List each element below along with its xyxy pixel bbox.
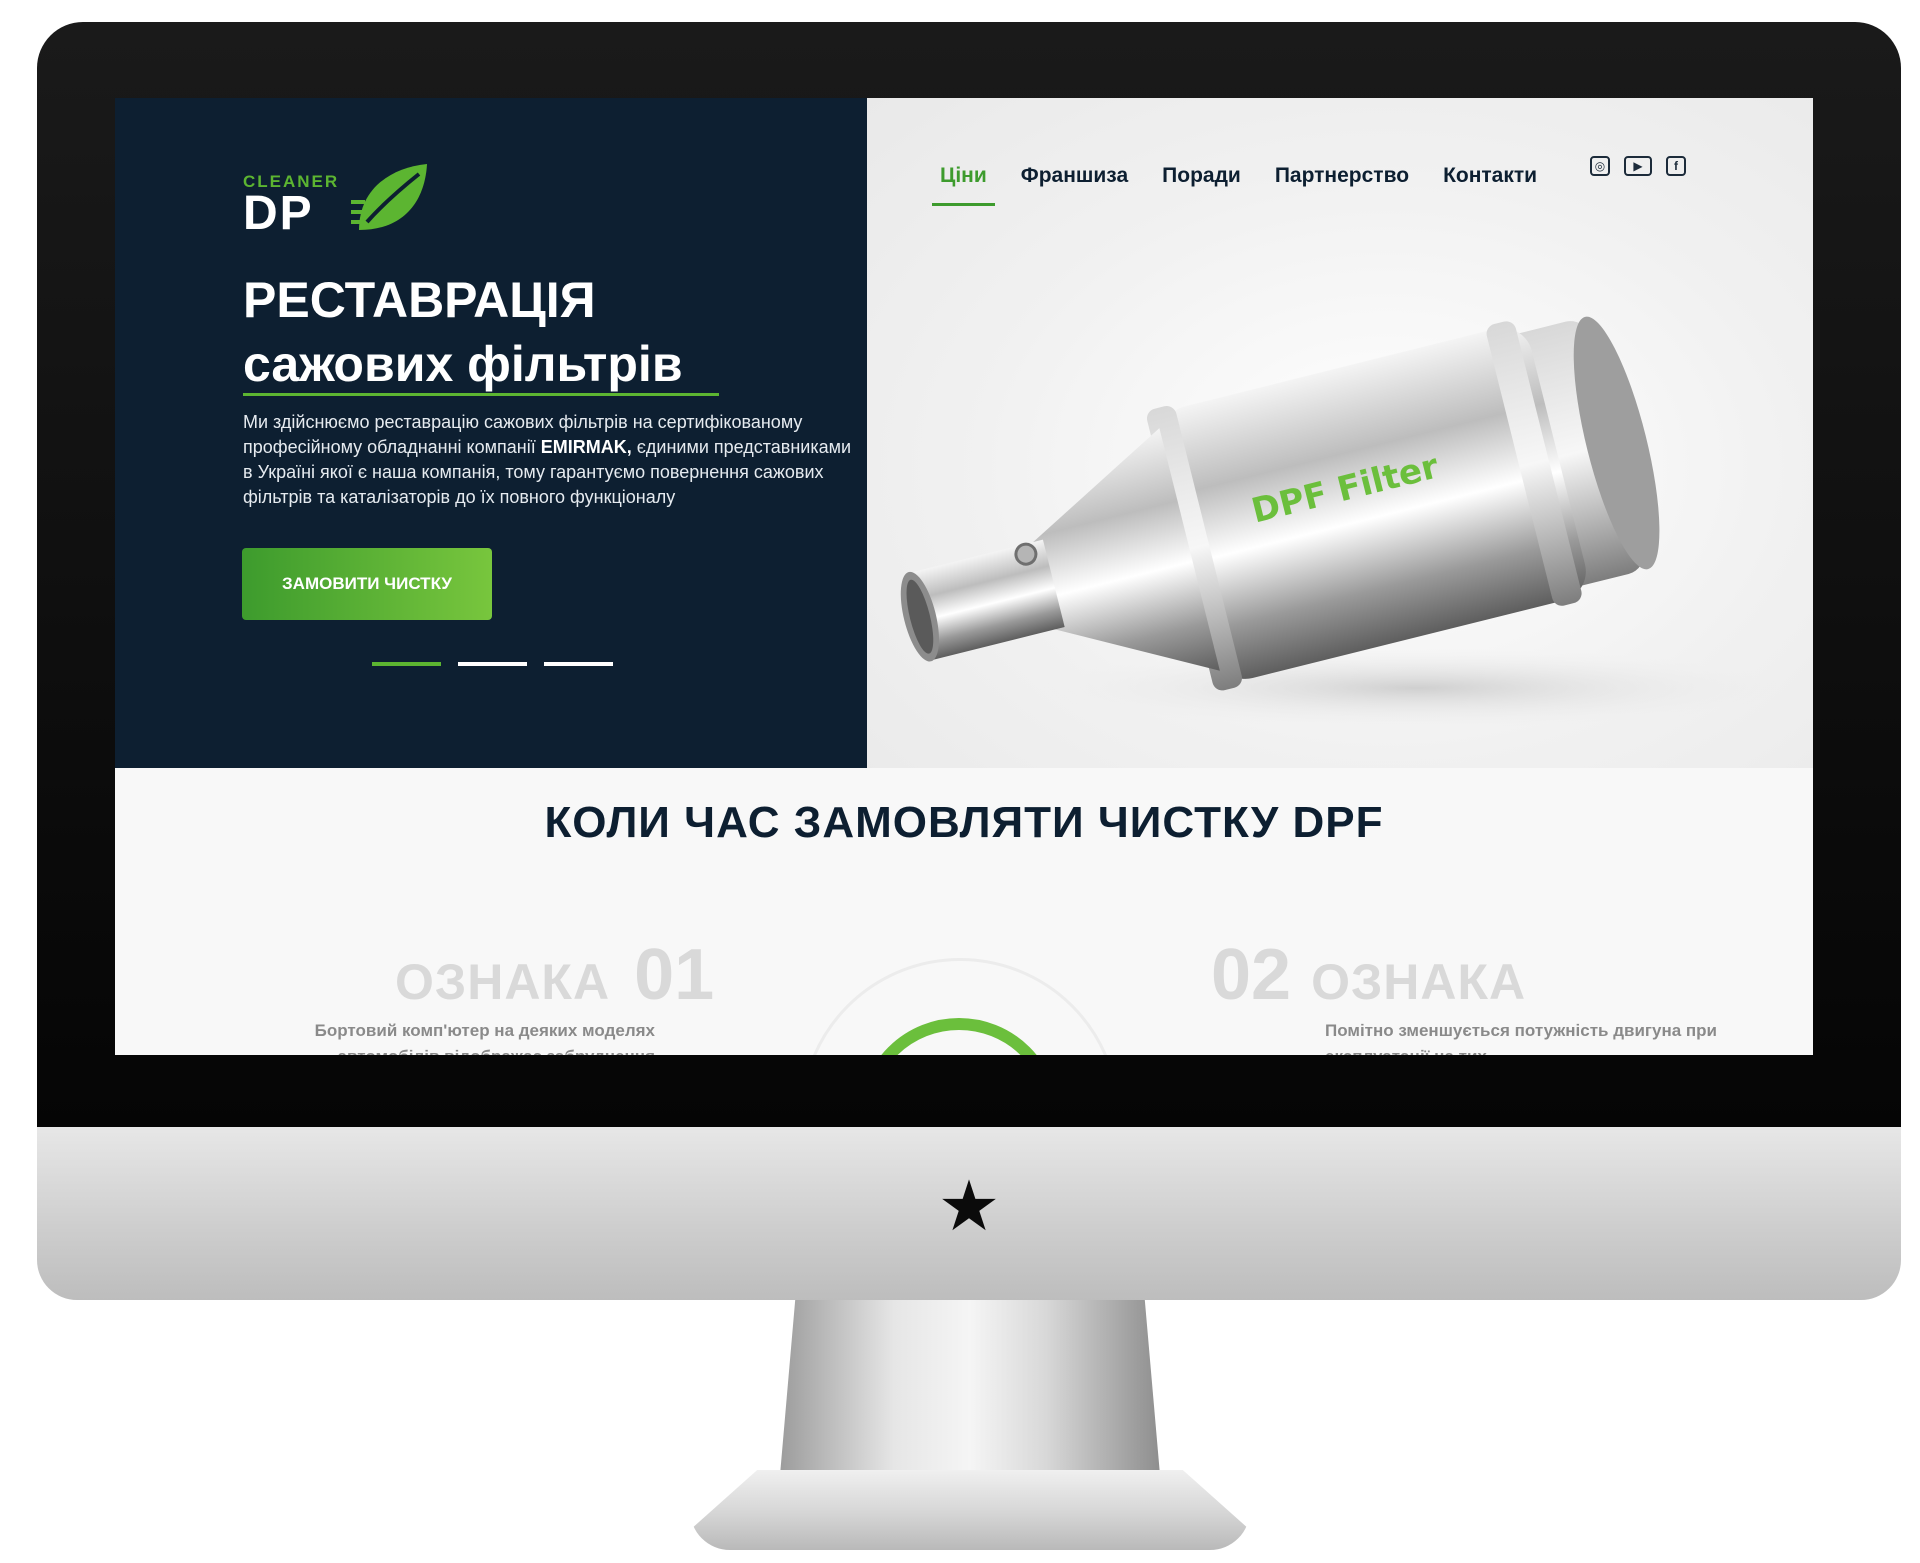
- logo-big-text: DP: [243, 187, 314, 240]
- section-title: КОЛИ ЧАС ЗАМОВЛЯТИ ЧИСТКУ DPF: [544, 798, 1384, 847]
- hero-title: РЕСТАВРАЦІЯ сажових фільтрів: [243, 268, 683, 396]
- nav-item-contacts[interactable]: Контакти: [1435, 154, 1545, 206]
- facebook-icon[interactable]: f: [1666, 156, 1686, 176]
- sign-2-text: Помітно зменшується потужність двигуна п…: [1325, 1021, 1718, 1055]
- star-icon: ★: [937, 1165, 1001, 1247]
- logo[interactable]: CLEANER DP: [243, 160, 433, 240]
- social-links: ◎ ▶ f: [1590, 156, 1686, 176]
- hero-description: Ми здійснюємо реставрацію сажових фільтр…: [243, 410, 853, 510]
- slider-dot-3[interactable]: [544, 662, 613, 666]
- sign-1-number: 01: [634, 935, 715, 1015]
- instagram-icon[interactable]: ◎: [1590, 156, 1610, 176]
- sign-1-text: Бортовий комп'ютер на деяких моделях авт…: [314, 1021, 655, 1055]
- leaf-icon: [351, 164, 427, 230]
- hero-title-line1: РЕСТАВРАЦІЯ: [243, 272, 596, 328]
- slider-dots: [372, 662, 613, 666]
- monitor-stand-base: [690, 1470, 1250, 1550]
- order-cleaning-button[interactable]: ЗАМОВИТИ ЧИСТКУ: [242, 548, 492, 620]
- sign-1-heading: ОЗНАКА 01: [395, 934, 714, 1016]
- sign-2-number: 02: [1211, 935, 1292, 1015]
- nav-item-tips[interactable]: Поради: [1154, 154, 1249, 206]
- monitor-stand-neck: [780, 1300, 1160, 1475]
- slider-dot-2[interactable]: [458, 662, 527, 666]
- main-nav: Ціни Франшиза Поради Партнерство Контакт…: [932, 154, 1563, 206]
- sign-2-heading: 02 ОЗНАКА: [1211, 934, 1526, 1016]
- sign-1-word: ОЗНАКА: [395, 954, 611, 1010]
- hero-desc-bold: EMIRMAK,: [540, 437, 632, 457]
- nav-item-prices[interactable]: Ціни: [932, 154, 995, 206]
- sign-2-word: ОЗНАКА: [1311, 954, 1527, 1010]
- nav-item-franchise[interactable]: Франшиза: [1013, 154, 1136, 206]
- nav-item-partnership[interactable]: Партнерство: [1267, 154, 1417, 206]
- title-underline: [243, 393, 719, 396]
- dpf-filter-image: DPF Filter: [900, 316, 1777, 728]
- hero-left-panel: CLEANER DP РЕСТАВРАЦІЯ сажових фільтрів …: [115, 98, 867, 768]
- youtube-icon[interactable]: ▶: [1624, 156, 1652, 176]
- slider-dot-1[interactable]: [372, 662, 441, 666]
- hero-title-line2: сажових фільтрів: [243, 336, 683, 392]
- screen: CLEANER DP РЕСТАВРАЦІЯ сажових фільтрів …: [115, 98, 1813, 1055]
